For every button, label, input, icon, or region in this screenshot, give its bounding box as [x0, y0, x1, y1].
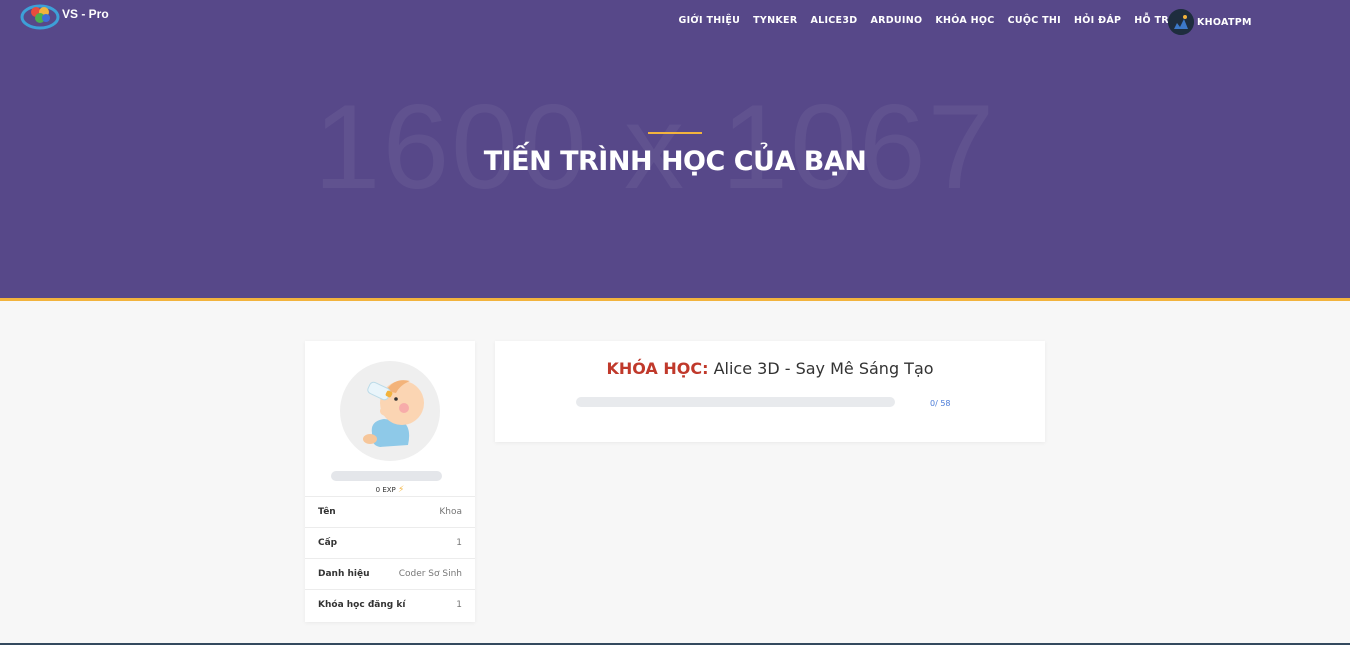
brand-name: VS - Pro: [62, 7, 109, 21]
info-value: Khoa: [439, 507, 462, 517]
hero-bottom-border: [0, 298, 1350, 301]
baby-avatar-icon: [340, 361, 440, 461]
title-accent-line: [648, 132, 702, 134]
course-title: KHÓA HỌC: Alice 3D - Say Mê Sáng Tạo: [495, 359, 1045, 378]
nav-hoi-dap[interactable]: HỎI ĐÁP: [1068, 15, 1128, 26]
user-name: KHOATPM: [1197, 16, 1252, 28]
profile-card: 0 EXP ⚡ Tên Khoa Cấp 1 Danh hiệu Coder S…: [305, 341, 475, 622]
info-row-title: Danh hiệu Coder Sơ Sinh: [305, 558, 475, 589]
info-label: Tên: [318, 507, 336, 517]
logo-link[interactable]: [20, 2, 60, 30]
progress-count: 0/ 58: [930, 399, 951, 408]
info-label: Cấp: [318, 538, 338, 548]
nav-gioi-thieu[interactable]: GIỚI THIỆU: [672, 15, 747, 26]
logo-icon: [20, 4, 60, 30]
course-name[interactable]: Alice 3D - Say Mê Sáng Tạo: [714, 359, 934, 378]
exp-display: 0 EXP ⚡: [305, 485, 475, 495]
user-menu[interactable]: KHOATPM: [1168, 9, 1252, 35]
nav-cuoc-thi[interactable]: CUỘC THI: [1001, 15, 1067, 26]
nav-alice3d[interactable]: ALICE3D: [804, 15, 864, 26]
nav-arduino[interactable]: ARDUINO: [864, 15, 929, 26]
info-label: Khóa học đăng kí: [318, 600, 406, 610]
name-placeholder-bar: [331, 471, 442, 481]
course-card[interactable]: KHÓA HỌC: Alice 3D - Say Mê Sáng Tạo 0/ …: [495, 341, 1045, 442]
course-progress-bar: [576, 397, 895, 407]
info-row-name: Tên Khoa: [305, 496, 475, 527]
nav-khoa-hoc[interactable]: KHÓA HỌC: [929, 15, 1001, 26]
info-row-courses: Khóa học đăng kí 1: [305, 589, 475, 620]
info-value: 1: [456, 538, 462, 548]
exp-value: 0 EXP: [375, 486, 396, 494]
hero-banner: 1600 x 1067 TIẾN TRÌNH HỌC CỦA BẠN VS - …: [0, 0, 1350, 298]
course-label: KHÓA HỌC:: [606, 359, 709, 378]
info-value: 1: [456, 600, 462, 610]
info-row-level: Cấp 1: [305, 527, 475, 558]
main-nav: GIỚI THIỆU TYNKER ALICE3D ARDUINO KHÓA H…: [672, 15, 1184, 26]
user-avatar-icon: [1168, 9, 1194, 35]
info-value: Coder Sơ Sinh: [398, 569, 462, 579]
page-title: TIẾN TRÌNH HỌC CỦA BẠN: [483, 146, 867, 177]
nav-tynker[interactable]: TYNKER: [747, 15, 804, 26]
lightning-icon: ⚡: [398, 485, 405, 495]
info-label: Danh hiệu: [318, 569, 370, 579]
